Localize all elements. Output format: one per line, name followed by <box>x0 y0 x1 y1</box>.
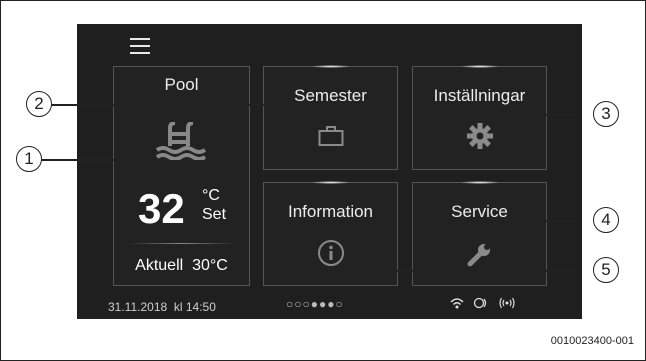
set-label: Set <box>202 206 227 223</box>
callout-2-line <box>50 104 309 106</box>
time: kl 14:50 <box>173 300 216 314</box>
internet-icon <box>473 297 487 309</box>
divider <box>129 243 234 244</box>
callout-4: 4 <box>593 207 619 233</box>
info-icon <box>317 240 344 266</box>
callout-2: 2 <box>26 91 52 117</box>
temperature-unit: °C <box>202 187 220 204</box>
pool-tile[interactable]: Pool 32 °C Set Aktuell 30°C <box>113 66 250 286</box>
installningar-tile[interactable]: Inställningar <box>412 65 547 170</box>
suitcase-icon <box>318 126 343 146</box>
wrench-icon <box>467 244 490 267</box>
callout-5-line <box>360 270 576 272</box>
callout-5: 5 <box>593 257 619 283</box>
callout-1: 1 <box>16 146 42 172</box>
page-indicator: ○○○●●●○ <box>286 297 344 311</box>
date: 31.11.2018 <box>108 300 168 314</box>
document-number: 0010023400-001 <box>550 335 634 347</box>
device-screen: Pool 32 °C Set Aktuell 30°C Semester Ins… <box>77 24 582 319</box>
callout-3: 3 <box>593 101 619 127</box>
callout-3-line <box>500 114 576 116</box>
information-label: Information <box>287 202 374 221</box>
semester-tile[interactable]: Semester <box>263 65 398 170</box>
hamburger-menu-icon[interactable] <box>130 38 150 54</box>
pool-ladder-icon <box>155 122 206 160</box>
actual-label: Aktuell <box>135 257 184 274</box>
actual-value: 30°C <box>192 257 228 274</box>
service-label: Service <box>451 202 508 221</box>
pool-title: Pool <box>164 75 199 94</box>
status-icons <box>450 297 516 312</box>
callout-1-line <box>40 159 150 161</box>
wifi-icon <box>450 298 464 309</box>
gear-icon <box>466 123 493 149</box>
radio-signal-icon <box>499 297 515 309</box>
installningar-label: Inställningar <box>433 86 526 105</box>
pool-temperature: 32 <box>138 185 185 232</box>
date-time: 31.11.2018 kl 14:50 <box>108 300 216 314</box>
callout-4-line <box>500 220 576 222</box>
actual-temperature: Aktuell 30°C <box>114 257 249 275</box>
semester-label: Semester <box>294 86 367 105</box>
